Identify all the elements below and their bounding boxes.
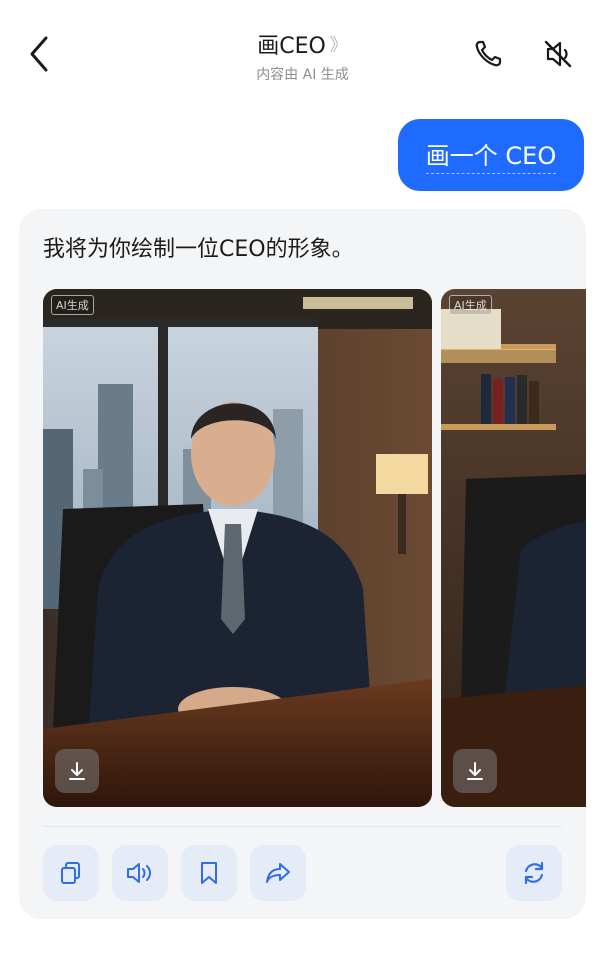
- download-icon: [69, 762, 85, 780]
- generated-image-2[interactable]: AI生成: [441, 289, 586, 807]
- assistant-reply-text: 我将为你绘制一位CEO的形象。: [43, 237, 354, 262]
- download-icon: [467, 762, 483, 780]
- mute-button[interactable]: [540, 36, 576, 72]
- page-title-text: 画CEO: [257, 34, 326, 59]
- office-illustration: [441, 289, 586, 807]
- divider: [43, 826, 562, 827]
- user-message-text: 画一个 CEO: [425, 136, 557, 174]
- speaker-muted-icon: [544, 40, 572, 68]
- copy-button[interactable]: [43, 845, 99, 901]
- copy-icon: [61, 862, 80, 884]
- bookmark-icon: [201, 862, 217, 884]
- user-message-bubble[interactable]: 画一个 CEO: [398, 119, 584, 191]
- regenerate-button[interactable]: [506, 845, 562, 901]
- speaker-icon: [127, 863, 151, 883]
- download-button[interactable]: [55, 749, 99, 793]
- ai-generated-tag: AI生成: [51, 295, 94, 315]
- bookmark-button[interactable]: [181, 845, 237, 901]
- download-button[interactable]: [453, 749, 497, 793]
- regenerate-icon: [524, 861, 544, 885]
- ai-generated-tag: AI生成: [449, 295, 492, 315]
- phone-icon: [475, 40, 502, 67]
- header-title-block[interactable]: 画CEO 》 内容由 AI 生成: [0, 28, 605, 84]
- generated-image-1[interactable]: AI生成: [43, 289, 432, 807]
- call-button[interactable]: [470, 36, 506, 72]
- page-title[interactable]: 画CEO 》: [257, 28, 348, 60]
- share-icon: [266, 863, 290, 883]
- share-button[interactable]: [250, 845, 306, 901]
- top-bar: 画CEO 》 内容由 AI 生成: [0, 0, 605, 110]
- ai-generated-notice: 内容由 AI 生成: [256, 67, 349, 83]
- chevron-right-icon: 》: [329, 35, 348, 56]
- read-aloud-button[interactable]: [112, 845, 168, 901]
- assistant-reply-card: 我将为你绘制一位CEO的形象。 AI生成 AI生成: [19, 209, 586, 919]
- ceo-portrait-illustration: [43, 289, 432, 807]
